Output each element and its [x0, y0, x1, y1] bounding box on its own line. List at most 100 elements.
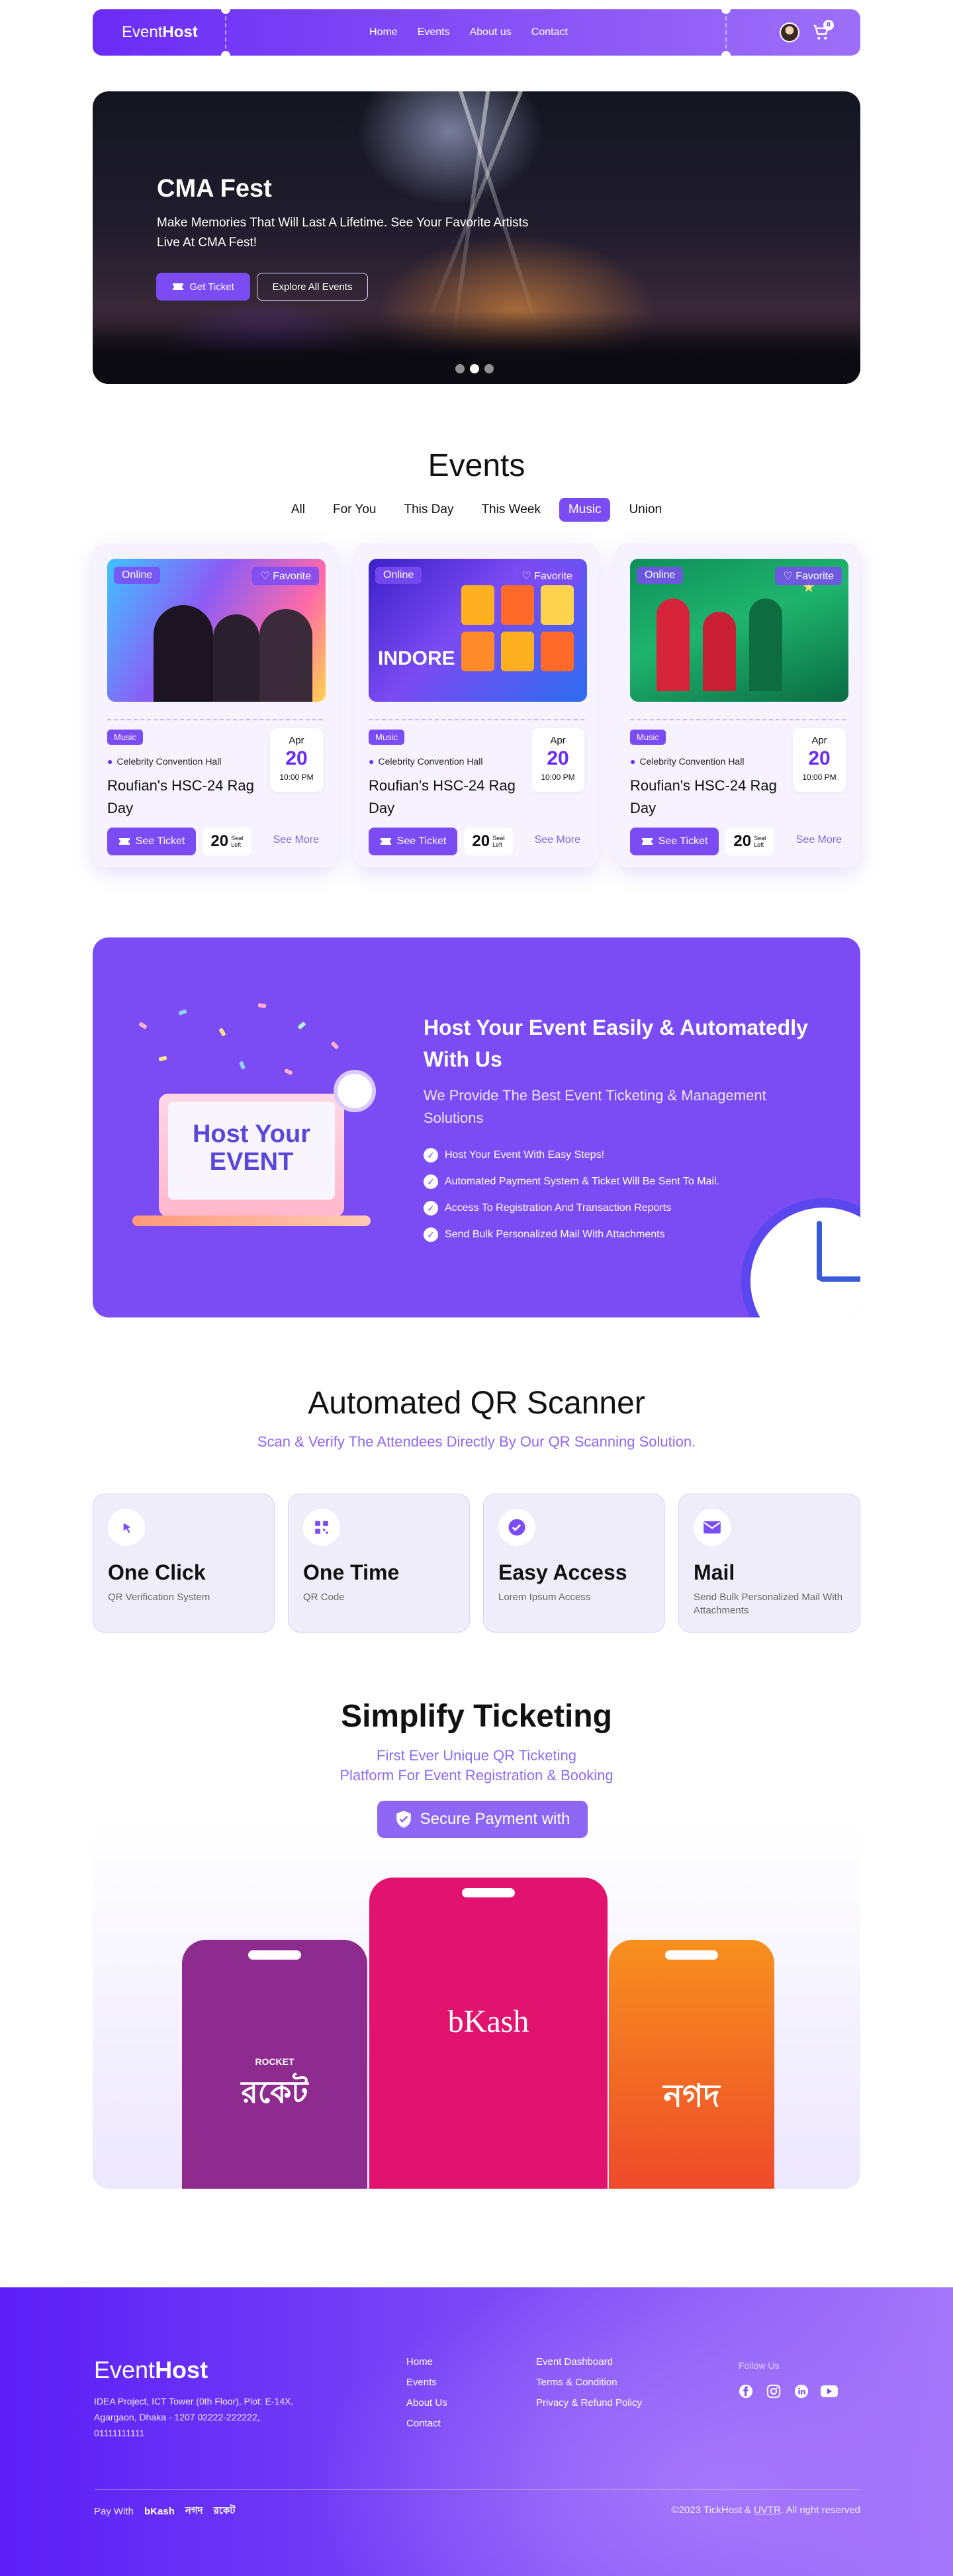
linkedin-icon[interactable] [793, 2383, 810, 2400]
filter-union[interactable]: Union [619, 498, 671, 522]
location-pin-icon: ● [107, 756, 113, 767]
host-illustration: Host Your EVENT [132, 1094, 371, 1226]
see-more-link[interactable]: See More [796, 834, 842, 846]
footer-links-main: Home Events About Us Contact [406, 2356, 447, 2429]
footer-link-terms[interactable]: Terms & Condition [536, 2377, 642, 2388]
confetti [257, 1003, 267, 1008]
event-title[interactable]: Roufian's HSC-24 Rag Day [107, 775, 259, 820]
event-date: Apr 20 10:00 PM [531, 728, 584, 792]
nav-link-home[interactable]: Home [369, 26, 398, 38]
carousel-dot[interactable] [455, 364, 465, 373]
seats-left: 20 Seat Left [203, 828, 251, 855]
footer-divider [94, 2489, 860, 2490]
clock-icon [741, 1198, 860, 1317]
event-title[interactable]: Roufian's HSC-24 Rag Day [369, 775, 521, 820]
event-date: Apr 20 10:00 PM [270, 728, 323, 792]
see-more-link[interactable]: See More [273, 834, 319, 846]
event-venue: ● Celebrity Convention Hall [369, 756, 483, 767]
footer-link-contact[interactable]: Contact [406, 2418, 447, 2429]
favorite-button[interactable]: ♡ Favorite [252, 567, 319, 585]
get-ticket-button[interactable]: Get Ticket [156, 273, 250, 301]
events-heading: Events [428, 448, 525, 483]
payment-phones-stage: ROCKET রকেট bKash নগদ [93, 1814, 860, 2189]
check-badge-icon [498, 1509, 535, 1546]
footer-link-home[interactable]: Home [406, 2356, 447, 2367]
see-ticket-button[interactable]: See Ticket [630, 828, 719, 855]
host-feature: ✓ Host Your Event With Easy Steps! [424, 1148, 719, 1163]
cart-count-badge: 0 [823, 20, 834, 30]
filter-all[interactable]: All [282, 498, 314, 522]
host-title: Host Your Event Easily & Automatedly Wit… [424, 1016, 808, 1071]
social-links [737, 2383, 838, 2400]
see-ticket-button[interactable]: See Ticket [107, 828, 196, 855]
ticket-divider [221, 5, 230, 60]
nav-link-events[interactable]: Events [418, 26, 450, 38]
feature-card: Mail Send Bulk Personalized Mail With Att… [678, 1494, 860, 1633]
confetti [218, 1027, 226, 1037]
confetti [158, 1055, 167, 1062]
category-tag: Music [630, 730, 666, 745]
footer-link-about[interactable]: About Us [406, 2397, 447, 2409]
online-badge: Online [637, 567, 684, 584]
qr-code-icon [303, 1509, 340, 1546]
event-poster[interactable]: INDORE Online ♡ Favorite [369, 559, 587, 702]
event-venue: ● Celebrity Convention Hall [107, 756, 222, 767]
pay-with-row: Pay With bKash নগদ রকেট [94, 2503, 235, 2520]
confetti [178, 1009, 187, 1016]
location-pin-icon: ● [630, 756, 636, 767]
footer-link-events[interactable]: Events [406, 2377, 447, 2388]
see-ticket-button[interactable]: See Ticket [369, 828, 457, 855]
footer-link-privacy[interactable]: Privacy & Refund Policy [536, 2397, 642, 2409]
category-tag: Music [107, 730, 143, 745]
host-feature: ✓ Send Bulk Personalized Mail With Attach… [424, 1227, 719, 1242]
youtube-icon[interactable] [821, 2383, 838, 2400]
instagram-icon[interactable] [765, 2383, 782, 2400]
stage-light [450, 91, 540, 330]
favorite-button[interactable]: ♡ Favorite [775, 567, 842, 585]
host-feature: ✓ Access To Registration And Transaction … [424, 1201, 719, 1216]
user-avatar[interactable] [780, 23, 799, 42]
ticket-cut-line [369, 719, 584, 720]
favorite-button[interactable]: ♡ Favorite [514, 567, 580, 585]
shield-check-icon [396, 1811, 411, 1828]
carousel-dots [455, 364, 494, 373]
ticket-divider [721, 5, 731, 60]
follow-us-label: Follow Us [739, 2360, 780, 2371]
check-icon: ✓ [424, 1174, 438, 1189]
copyright: ©2023 TickHost & UVTR. All right reserve… [671, 2504, 860, 2516]
simplify-heading: Simplify Ticketing [341, 1699, 612, 1734]
seats-left: 20 Seat Left [464, 828, 513, 855]
footer-links-legal: Event Dashboard Terms & Condition Privac… [536, 2356, 642, 2409]
confetti [330, 1041, 340, 1050]
filter-this-week[interactable]: This Week [472, 498, 549, 522]
bkash-phone: bKash [369, 1878, 608, 2189]
nav-link-about[interactable]: About us [470, 26, 512, 38]
event-filter-tabs: All For You This Day This Week Music Uni… [0, 498, 953, 522]
filter-for-you[interactable]: For You [324, 498, 386, 522]
nav-link-contact[interactable]: Contact [531, 26, 568, 38]
qr-features: One Click QR Verification System One Time… [93, 1494, 860, 1633]
confetti [297, 1021, 306, 1030]
pointer-click-icon [108, 1509, 145, 1546]
event-poster[interactable]: ★ Online ♡ Favorite [630, 559, 848, 702]
filter-music[interactable]: Music [559, 498, 611, 522]
facebook-icon[interactable] [737, 2383, 754, 2400]
footer-link-dashboard[interactable]: Event Dashboard [536, 2356, 642, 2367]
carousel-dot[interactable] [484, 364, 494, 373]
check-icon: ✓ [424, 1148, 438, 1163]
explore-events-button[interactable]: Explore All Events [257, 273, 368, 301]
site-logo[interactable]: EventHost [93, 23, 225, 42]
cart-button[interactable]: 0 [811, 20, 834, 42]
qr-heading: Automated QR Scanner [308, 1386, 645, 1421]
simplify-subtitle: First Ever Unique QR Ticketing Platform F… [340, 1747, 613, 1784]
see-more-link[interactable]: See More [535, 834, 580, 846]
confetti [239, 1061, 246, 1070]
event-title[interactable]: Roufian's HSC-24 Rag Day [630, 775, 782, 820]
ticket-cut-line [630, 719, 846, 720]
event-poster[interactable]: Online ♡ Favorite [107, 559, 326, 702]
carousel-dot-active[interactable] [470, 364, 479, 373]
footer-logo[interactable]: EventHost [94, 2356, 208, 2384]
event-card: Online ♡ Favorite Music ● Celebrity Conve… [93, 543, 338, 867]
uvtr-link[interactable]: UVTR [754, 2504, 781, 2516]
filter-this-day[interactable]: This Day [394, 498, 463, 522]
